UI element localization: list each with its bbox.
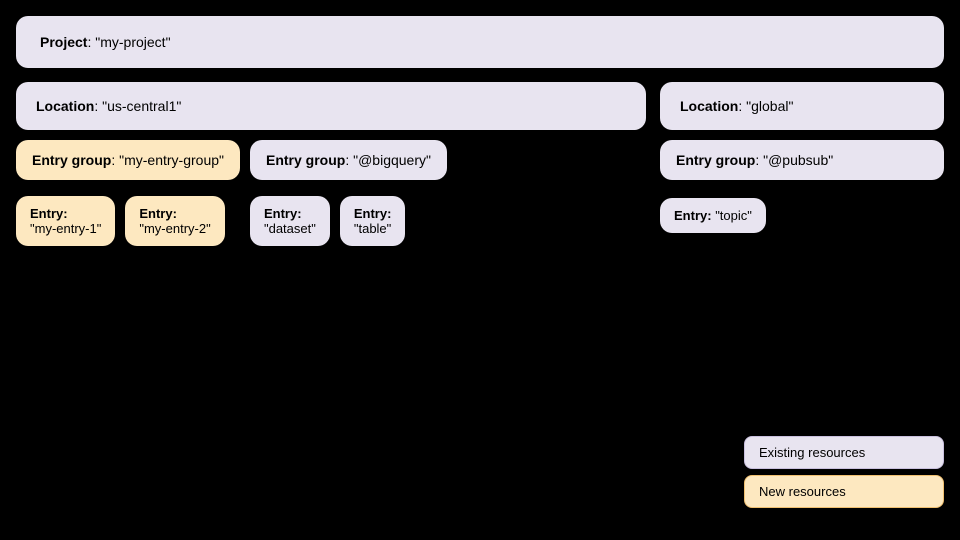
entry-group-bigquery: Entry group: "@bigquery"	[250, 140, 447, 180]
entry-label-5: Entry:	[674, 208, 712, 223]
entry-my-entry-1: Entry: "my-entry-1"	[16, 196, 115, 246]
entry-value-1: "my-entry-1"	[30, 221, 101, 236]
right-group: Entry group: "@pubsub" Entry: "topic"	[660, 140, 944, 233]
entry-label-2: Entry:	[139, 206, 177, 221]
location-col-right: Location: "global" Entry group: "@pubsub…	[660, 82, 944, 246]
entry-group-value-2: "@bigquery"	[353, 152, 431, 168]
legend-new: New resources	[744, 475, 944, 508]
entry-label-4: Entry:	[354, 206, 392, 221]
entry-value-2: "my-entry-2"	[139, 221, 210, 236]
diagram-area: Project: "my-project" Location: "us-cent…	[16, 16, 944, 524]
project-box: Project: "my-project"	[16, 16, 944, 68]
entry-group-label-3: Entry group	[676, 152, 755, 168]
entry-table: Entry: "table"	[340, 196, 406, 246]
entry-group-col-bigquery: Entry group: "@bigquery" Entry: "dataset…	[250, 140, 447, 246]
location-value-right: "global"	[746, 98, 793, 114]
entry-dataset: Entry: "dataset"	[250, 196, 330, 246]
entry-label-3: Entry:	[264, 206, 302, 221]
location-value-left: "us-central1"	[102, 98, 181, 114]
entry-group-value-3: "@pubsub"	[763, 152, 833, 168]
entry-groups-row-left: Entry group: "my-entry-group" Entry: "my…	[16, 140, 646, 246]
entry-value-3: "dataset"	[264, 221, 316, 236]
entry-group-my-entry-group: Entry group: "my-entry-group"	[16, 140, 240, 180]
entry-group-col-orange: Entry group: "my-entry-group" Entry: "my…	[16, 140, 240, 246]
location-col-left: Location: "us-central1" Entry group: "my…	[16, 82, 646, 246]
entries-row-orange: Entry: "my-entry-1" Entry: "my-entry-2"	[16, 196, 240, 246]
legend-new-label: New resources	[759, 484, 846, 499]
project-bold-label: Project	[40, 34, 87, 50]
entry-topic: Entry: "topic"	[660, 198, 766, 233]
entry-group-label-2: Entry group	[266, 152, 345, 168]
entry-group-label-1: Entry group	[32, 152, 111, 168]
entries-row-bigquery: Entry: "dataset" Entry: "table"	[250, 196, 447, 246]
entry-group-value-1: "my-entry-group"	[119, 152, 224, 168]
legend-new-box: New resources	[744, 475, 944, 508]
legend-existing-label: Existing resources	[759, 445, 865, 460]
legend-existing: Existing resources	[744, 436, 944, 469]
project-label: Project: "my-project"	[40, 34, 171, 50]
entries-row-pubsub: Entry: "topic"	[660, 198, 944, 233]
location-box-global: Location: "global"	[660, 82, 944, 130]
location-bold-label-right: Location	[680, 98, 738, 114]
locations-row: Location: "us-central1" Entry group: "my…	[16, 82, 944, 246]
location-bold-label-left: Location	[36, 98, 94, 114]
entry-value-4: "table"	[354, 221, 391, 236]
location-box-us-central1: Location: "us-central1"	[16, 82, 646, 130]
legend-existing-box: Existing resources	[744, 436, 944, 469]
legend: Existing resources New resources	[744, 436, 944, 508]
entry-value-5: "topic"	[715, 208, 752, 223]
entry-my-entry-2: Entry: "my-entry-2"	[125, 196, 224, 246]
entry-label-1: Entry:	[30, 206, 68, 221]
project-value: "my-project"	[95, 34, 170, 50]
entry-group-pubsub: Entry group: "@pubsub"	[660, 140, 944, 180]
